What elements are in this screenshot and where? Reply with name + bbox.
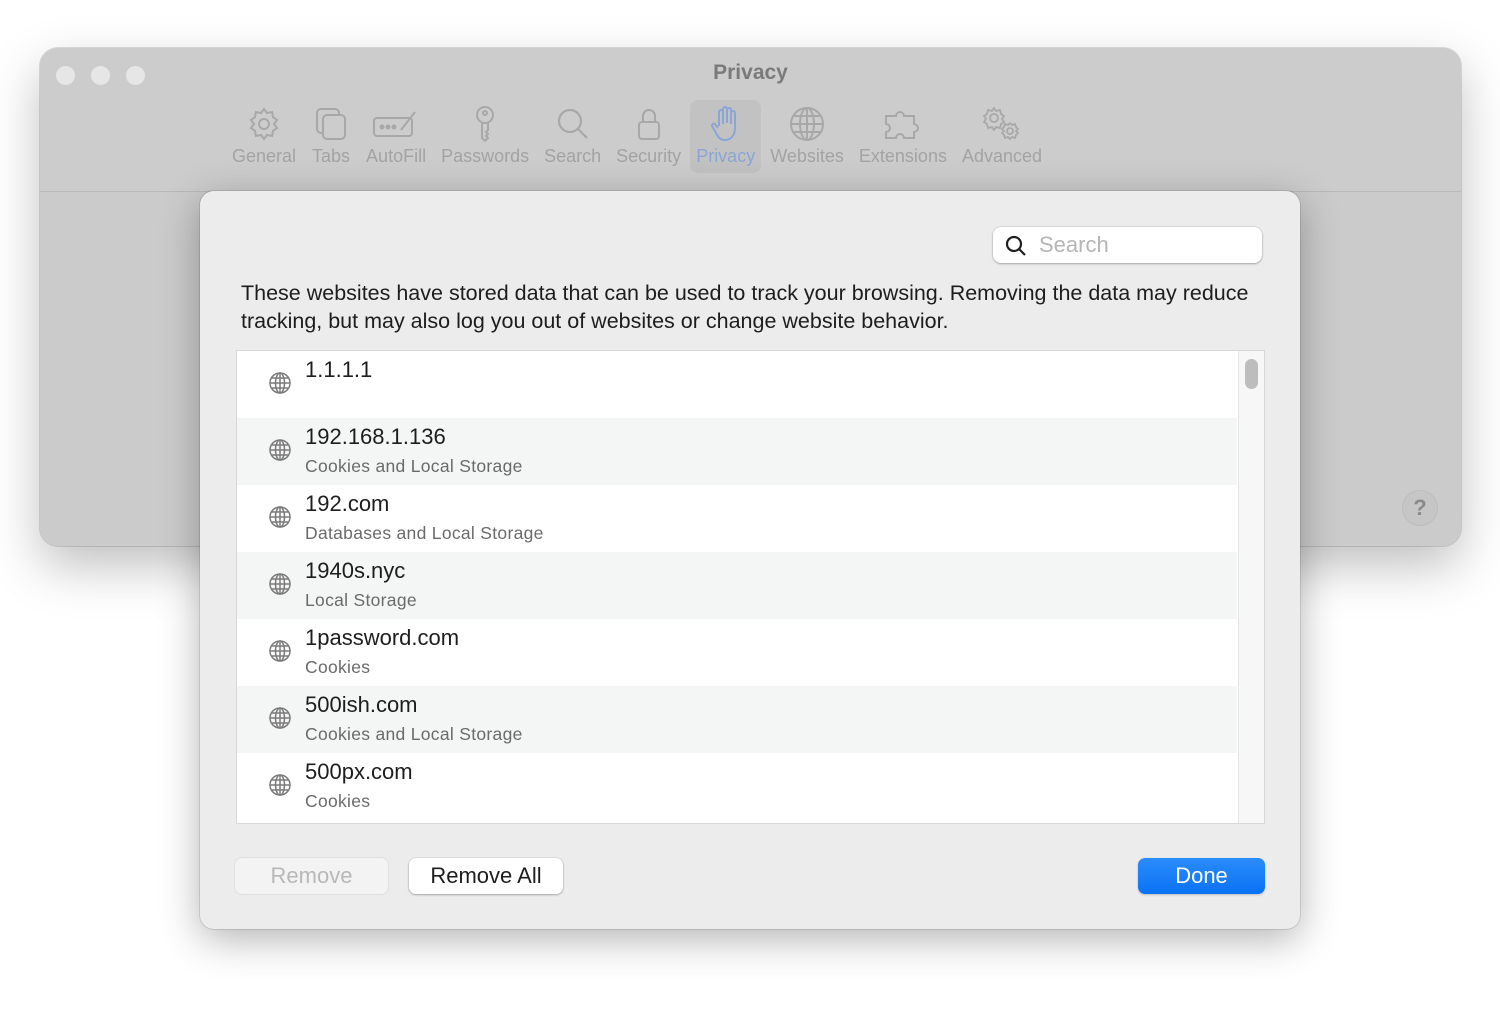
website-name: 1940s.nyc [305,558,406,583]
key-icon [476,106,495,143]
website-data-type: Cookies and Local Storage [305,724,523,744]
gear-icon [249,107,279,141]
search-icon [1005,235,1026,256]
tab-label: Search [544,146,602,166]
tab-label: General [232,146,297,166]
tab-label: Security [616,146,682,166]
tab-label: Tabs [312,146,351,166]
scrollbar-thumb[interactable] [1245,359,1258,389]
globe-icon [269,707,291,729]
globe-icon [269,372,291,394]
list-item[interactable]: 1940s.nyc Local Storage [237,552,1237,619]
tab-autofill[interactable]: AutoFill [360,100,432,173]
website-data-type: Databases and Local Storage [305,523,544,543]
description-text: These websites have stored data that can… [241,281,1249,333]
list-item[interactable]: 1.1.1.1 [237,351,1237,418]
hand-icon [710,106,736,142]
website-name: 1.1.1.1 [305,357,373,382]
tab-label: Privacy [696,146,756,166]
tabs-icon [316,108,347,140]
done-button[interactable]: Done [1138,858,1265,894]
website-name: 1password.com [305,625,460,650]
website-data-type: Local Storage [305,590,417,610]
settings-toolbar: General Tabs AutoFill Passwords Search S… [226,100,1051,173]
globe-icon [269,506,291,528]
titlebar: Privacy General Tabs AutoFill Passwords … [40,48,1461,192]
list-item[interactable]: 192.com Databases and Local Storage [237,485,1237,552]
tab-passwords[interactable]: Passwords [435,100,535,173]
globe-icon [269,439,291,461]
tab-label: Websites [770,146,844,166]
globe-icon [269,774,291,796]
website-data-type: Cookies [305,657,371,677]
tab-label: Extensions [858,146,947,166]
website-data-type: Cookies and Local Storage [305,456,523,476]
list-item[interactable]: 192.168.1.136 Cookies and Local Storage [237,418,1237,485]
puzzle-icon [884,111,919,139]
search-input[interactable] [1039,227,1249,263]
tab-advanced[interactable]: Advanced [956,100,1048,173]
list-item[interactable]: 500px.com Cookies [237,753,1237,820]
help-button[interactable]: ? [1402,490,1438,526]
list-item[interactable]: 500ish.com Cookies and Local Storage [237,686,1237,753]
remove-all-button[interactable]: Remove All [409,858,563,894]
window-title: Privacy [713,61,788,84]
website-data-type: Cookies [305,791,371,811]
globe-icon [269,573,291,595]
tab-search[interactable]: Search [538,100,607,173]
lock-icon [637,109,660,140]
globe-icon [269,640,291,662]
website-name: 500ish.com [305,692,418,717]
tab-tabs[interactable]: Tabs [305,100,357,173]
search-field[interactable] [993,227,1262,263]
tab-security[interactable]: Security [610,100,687,173]
scrollbar[interactable] [1238,351,1264,823]
remove-button[interactable]: Remove [235,858,388,894]
tab-extensions[interactable]: Extensions [853,100,953,173]
website-data-list[interactable]: 1.1.1.1 192.168.1.136 Cookies and Local … [236,350,1265,824]
manage-website-data-sheet: These websites have stored data that can… [200,191,1300,929]
list-item[interactable]: 1password.com Cookies [237,619,1237,686]
gears-icon [982,106,1020,141]
search-icon [557,108,588,139]
tab-label: Passwords [441,146,530,166]
tab-websites[interactable]: Websites [764,100,850,173]
website-name: 192.168.1.136 [305,424,446,449]
website-name: 192.com [305,491,390,516]
website-name: 500px.com [305,759,413,784]
tab-label: AutoFill [366,146,427,166]
autofill-icon [373,111,416,137]
tab-general[interactable]: General [226,100,302,173]
globe-icon [790,107,825,141]
tab-label: Advanced [961,146,1043,166]
tab-privacy[interactable]: Privacy [690,100,762,173]
